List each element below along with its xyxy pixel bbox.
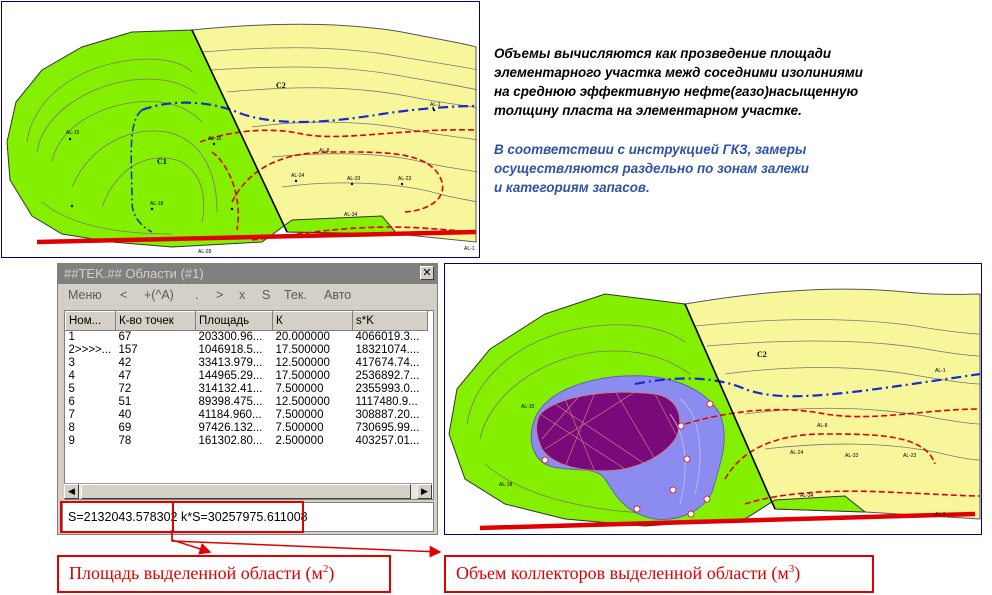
area-caption: Площадь выделенной области (м2) <box>57 555 391 593</box>
volume-caption: Объем коллекторов выделенной области (м3… <box>444 555 874 593</box>
connector-arrows <box>171 530 442 558</box>
